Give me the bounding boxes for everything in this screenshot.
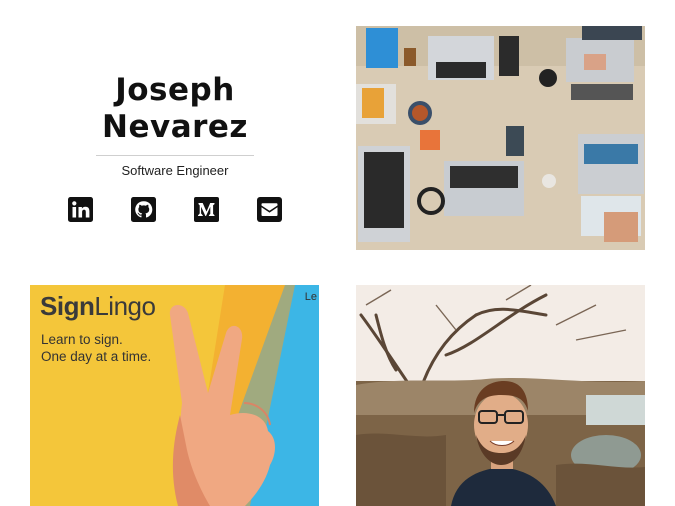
signlingo-project-tile[interactable]: SignLingo Learn to sign. One day at a ti… — [30, 285, 319, 506]
signlingo-logo: SignLingo — [40, 291, 156, 322]
signlingo-corner-text: Le — [304, 291, 317, 303]
signlingo-tagline: Learn to sign. One day at a time. — [41, 331, 151, 365]
workspace-photo-tile[interactable] — [356, 26, 645, 250]
medium-icon — [194, 197, 219, 222]
signlingo-tagline-line-2: One day at a time. — [41, 349, 152, 364]
page-title: Joseph Nevarez — [80, 72, 270, 146]
envelope-icon — [257, 197, 282, 222]
job-title: Software Engineer — [121, 163, 229, 178]
signlingo-tagline-line-1: Learn to sign. — [41, 332, 123, 347]
github-link[interactable] — [130, 196, 157, 223]
portrait-photo — [356, 285, 645, 506]
linkedin-icon — [68, 197, 93, 222]
email-link[interactable] — [256, 196, 283, 223]
linkedin-link[interactable] — [67, 196, 94, 223]
signlingo-logo-light: Lingo — [94, 291, 156, 321]
signlingo-logo-bold: Sign — [40, 291, 95, 321]
last-name: Nevarez — [102, 109, 248, 145]
divider — [96, 155, 254, 156]
github-icon — [131, 197, 156, 222]
workspace-photo — [356, 26, 645, 250]
medium-link[interactable] — [193, 196, 220, 223]
portrait-photo-tile[interactable] — [356, 285, 645, 506]
first-name: Joseph — [115, 72, 235, 108]
